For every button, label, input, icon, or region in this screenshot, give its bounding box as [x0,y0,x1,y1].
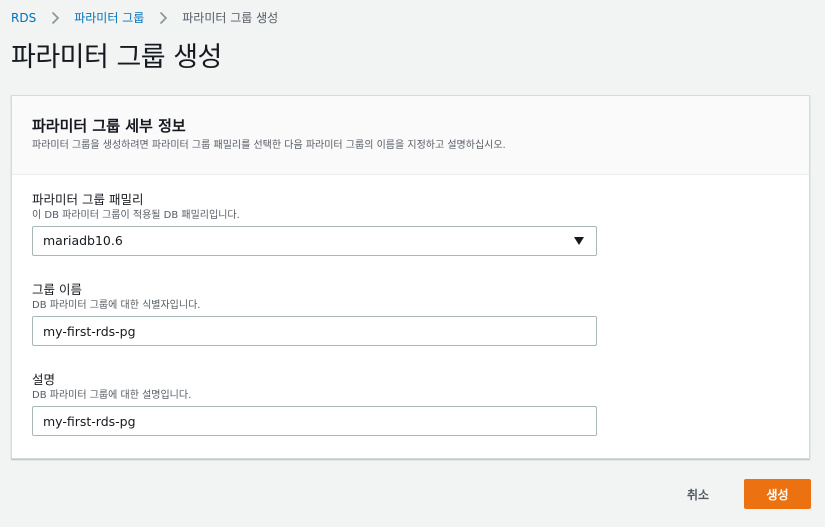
panel-title: 파라미터 그룹 세부 정보 [32,117,186,135]
create-button[interactable]: 생성 [744,479,811,509]
description-description: DB 파라미터 그룹에 대한 설명입니다. [32,390,192,401]
description-label: 설명 [32,372,56,387]
group-name-input[interactable] [32,316,597,346]
breadcrumb-parameter-groups-link[interactable]: 파라미터 그룹 [74,10,144,26]
group-name-label: 그룹 이름 [32,282,82,297]
breadcrumb: RDS 파라미터 그룹 파라미터 그룹 생성 [11,10,278,26]
family-select[interactable]: mariadb10.6 [32,226,597,256]
page-title: 파라미터 그룹 생성 [11,42,222,73]
family-description: 이 DB 파라미터 그룹이 적용될 DB 패밀리입니다. [32,210,240,221]
panel-description: 파라미터 그룹을 생성하려면 파라미터 그룹 패밀리를 선택한 다음 파라미터 … [32,140,506,151]
group-name-field: 그룹 이름 DB 파라미터 그룹에 대한 식별자입니다. [32,281,597,346]
family-select-value: mariadb10.6 [43,233,123,248]
chevron-right-icon [155,10,171,26]
group-name-description: DB 파라미터 그룹에 대한 식별자입니다. [32,300,201,311]
family-label: 파라미터 그룹 패밀리 [32,192,144,207]
cancel-button[interactable]: 취소 [672,479,724,509]
parameter-group-details-panel: 파라미터 그룹 세부 정보 파라미터 그룹을 생성하려면 파라미터 그룹 패밀리… [11,95,810,459]
description-field: 설명 DB 파라미터 그룹에 대한 설명입니다. [32,371,597,436]
breadcrumb-rds-link[interactable]: RDS [11,10,36,26]
description-input[interactable] [32,406,597,436]
panel-header: 파라미터 그룹 세부 정보 파라미터 그룹을 생성하려면 파라미터 그룹 패밀리… [12,96,809,175]
breadcrumb-current: 파라미터 그룹 생성 [182,11,279,25]
chevron-right-icon [47,10,63,26]
family-field: 파라미터 그룹 패밀리 이 DB 파라미터 그룹이 적용될 DB 패밀리입니다.… [32,191,597,256]
caret-down-icon [574,237,584,245]
